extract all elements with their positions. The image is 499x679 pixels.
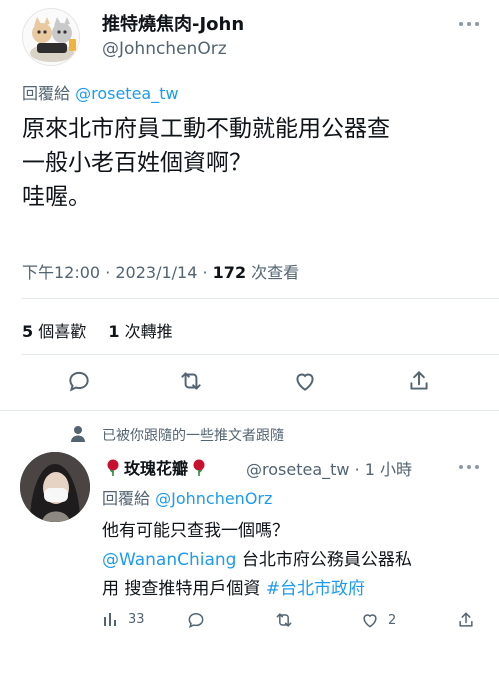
reply-to-mention[interactable]: @rosetea_tw [75, 84, 178, 103]
rose-icon [193, 459, 205, 476]
divider [22, 298, 499, 299]
reply-reply-to-line: 回覆給 @JohnchenOrz [102, 485, 272, 509]
section-divider [0, 410, 499, 411]
reply-reply-icon[interactable] [186, 610, 206, 630]
reply-to-line: 回覆給 @rosetea_tw [22, 80, 179, 104]
reply-prefix: 回覆給 [102, 489, 151, 508]
retweet-icon[interactable] [178, 368, 206, 396]
reply-share-icon[interactable] [456, 610, 476, 630]
reply-like-action[interactable]: 2 [360, 610, 396, 630]
reply-views-count: 33 [128, 611, 145, 627]
hashtag-link[interactable]: #台北市政府 [266, 579, 365, 599]
reply-retweet-icon[interactable] [274, 610, 294, 630]
share-icon[interactable] [406, 368, 434, 396]
reply-text-line: @WananChiang 台北市府公務員公器私 [102, 546, 412, 575]
likes-label: 個喜歡 [33, 322, 87, 341]
tweet-text: 原來北市府員工動不動就能用公器查 一般小老百姓個資啊？ 哇喔。 [22, 112, 482, 214]
reply-display-name[interactable]: 玫瑰花瓣 [102, 455, 210, 479]
engagement-stats: 5 個喜歡 1 次轉推 [22, 318, 173, 342]
analytics-icon [104, 613, 116, 626]
reply-actions: 33 2 [102, 610, 482, 634]
display-name[interactable]: 推特燒焦肉-John [102, 10, 244, 36]
more-options-icon[interactable] [456, 14, 482, 34]
reply-text-segment: 台北市府公務員公器私 [236, 550, 412, 570]
reply-to-mention[interactable]: @JohnchenOrz [155, 489, 272, 508]
tweet-text-line: 一般小老百姓個資啊？ [22, 150, 252, 176]
tweet-text-line: 原來北市府員工動不動就能用公器查 [22, 116, 390, 142]
likes-stat[interactable]: 5 個喜歡 [22, 322, 86, 341]
tweet-text-line: 哇喔。 [22, 184, 91, 210]
retweets-stat[interactable]: 1 次轉推 [108, 322, 172, 341]
reply-icon[interactable] [66, 368, 94, 396]
reply-prefix: 回覆給 [22, 84, 71, 103]
social-context-note: 已被你跟隨的一些推文者跟隨 [102, 428, 284, 444]
likes-count: 5 [22, 322, 34, 341]
main-tweet-header: 推特燒焦肉-John @JohnchenOrz [22, 8, 482, 68]
reply-text-segment: 用 搜查推特用戶個資 [102, 579, 266, 599]
mention-link[interactable]: @WananChiang [102, 550, 236, 570]
tweet-actions [66, 368, 436, 398]
user-handle[interactable]: @JohnchenOrz [102, 39, 227, 59]
reply-more-options-icon[interactable] [456, 460, 482, 474]
reply-avatar[interactable] [20, 452, 90, 522]
views-count: 172 [212, 263, 247, 282]
avatar[interactable] [22, 8, 80, 66]
rose-icon [107, 459, 119, 476]
reply-text: 他有可能只查我一個嗎？ @WananChiang 台北市府公務員公器私 用 搜查… [102, 517, 412, 604]
retweets-count: 1 [108, 322, 120, 341]
reply-text-line: 用 搜查推特用戶個資 #台北市政府 [102, 575, 412, 604]
like-icon [363, 614, 377, 628]
tweet-meta: 下午12:00 · 2023/1/14 · 172 次查看 [22, 259, 299, 283]
person-icon [70, 425, 86, 442]
reply-text-line: 他有可能只查我一個嗎？ [102, 521, 289, 541]
timestamp[interactable]: 下午12:00 · 2023/1/14 · [22, 263, 213, 282]
reply-likes-count: 2 [388, 612, 397, 628]
retweets-label: 次轉推 [119, 322, 173, 341]
reply-name-text: 玫瑰花瓣 [124, 459, 189, 478]
reply-handle-time[interactable]: @rosetea_tw · 1 小時 [246, 456, 412, 480]
views-label: 次查看 [246, 263, 300, 282]
views-action[interactable]: 33 [102, 610, 145, 628]
divider [22, 354, 499, 355]
like-icon[interactable] [292, 368, 320, 396]
